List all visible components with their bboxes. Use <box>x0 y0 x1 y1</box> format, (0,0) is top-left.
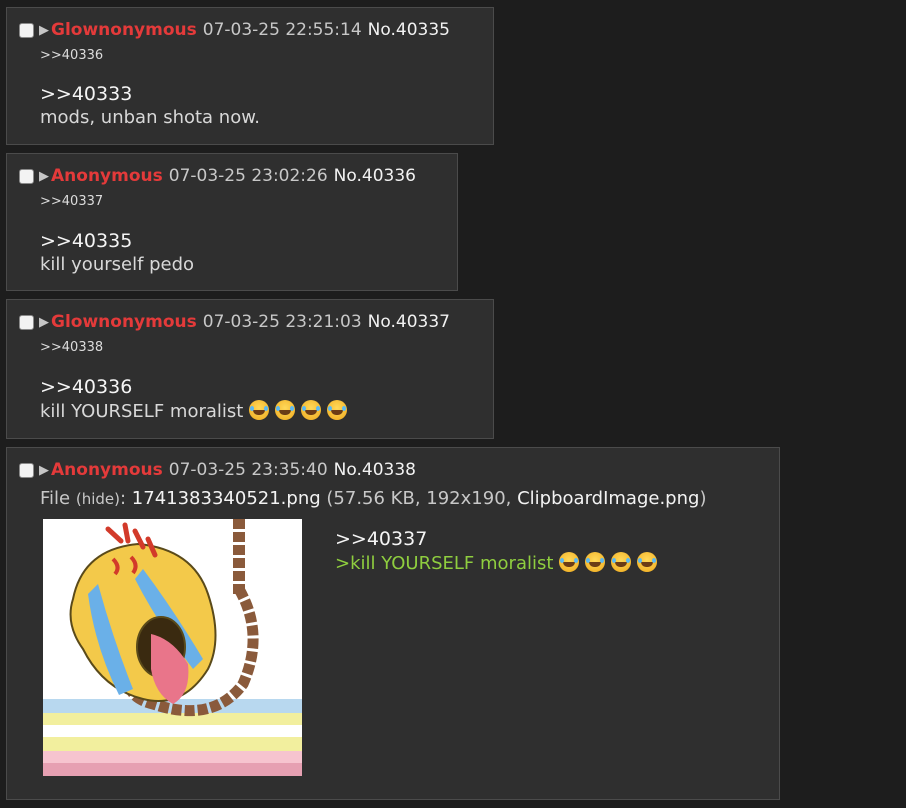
post-40337: ▶ Glownonymous 07-03-25 23:21:03 No.4033… <box>6 299 494 439</box>
laughing-emoji-icon <box>249 400 270 420</box>
backlink[interactable]: >>40336 <box>40 48 103 63</box>
laughing-emoji-icon <box>637 552 658 572</box>
post-image-thumbnail[interactable] <box>43 519 302 776</box>
post-info: ▶ Anonymous 07-03-25 23:35:40 No.40338 <box>19 459 416 481</box>
post-menu-arrow-icon[interactable]: ▶ <box>39 169 49 184</box>
post-datetime: 07-03-25 22:55:14 <box>202 20 362 40</box>
laughing-emoji-icon <box>611 552 632 572</box>
post-menu-arrow-icon[interactable]: ▶ <box>39 463 49 478</box>
file-original-name: ClipboardImage.png <box>517 488 700 509</box>
post-datetime: 07-03-25 23:02:26 <box>168 166 328 186</box>
post-select-checkbox[interactable] <box>19 462 34 478</box>
quote-link[interactable]: >>40336 <box>40 376 132 398</box>
post-menu-arrow-icon[interactable]: ▶ <box>39 315 49 330</box>
file-link[interactable]: 1741383340521.png <box>132 488 321 509</box>
post-select-checkbox[interactable] <box>19 314 34 330</box>
laughing-emoji-icon <box>585 552 606 572</box>
poster-name: Glownonymous <box>51 20 197 40</box>
post-message: kill YOURSELF moralist <box>40 401 244 422</box>
thread: ▶ Glownonymous 07-03-25 22:55:14 No.4033… <box>0 0 906 808</box>
poster-name: Anonymous <box>51 460 163 480</box>
post-message: mods, unban shota now. <box>40 107 261 128</box>
file-hide-link[interactable]: (hide) <box>76 490 120 508</box>
post-select-checkbox[interactable] <box>19 168 34 184</box>
laughing-emoji-icon <box>301 400 322 420</box>
post-info: ▶ Glownonymous 07-03-25 22:55:14 No.4033… <box>19 19 450 41</box>
post-40336: ▶ Anonymous 07-03-25 23:02:26 No.40336 >… <box>6 153 458 291</box>
laughing-emoji-icon <box>275 400 296 420</box>
post-message: kill yourself pedo <box>40 254 195 275</box>
file-label: File <box>40 488 71 509</box>
post-number[interactable]: No.40338 <box>334 460 416 480</box>
quote-link[interactable]: >>40333 <box>40 83 132 105</box>
post-40338: ▶ Anonymous 07-03-25 23:35:40 No.40338 F… <box>6 447 780 800</box>
poster-name: Glownonymous <box>51 312 197 332</box>
post-number[interactable]: No.40335 <box>368 20 450 40</box>
post-select-checkbox[interactable] <box>19 22 34 38</box>
file-info: File (hide): 1741383340521.png (57.56 KB… <box>40 488 707 509</box>
post-info: ▶ Glownonymous 07-03-25 23:21:03 No.4033… <box>19 311 450 333</box>
laughing-emoji-icon <box>327 400 348 420</box>
post-message-line: kill YOURSELF moralist <box>40 400 348 422</box>
file-dimensions: 192x190 <box>426 488 506 509</box>
post-datetime: 07-03-25 23:35:40 <box>168 460 328 480</box>
post-number[interactable]: No.40337 <box>368 312 450 332</box>
quote-link[interactable]: >>40337 <box>335 528 427 550</box>
crying-wojak-noose-image <box>43 519 302 776</box>
laughing-emoji-icon <box>559 552 580 572</box>
post-menu-arrow-icon[interactable]: ▶ <box>39 23 49 38</box>
file-size: 57.56 KB <box>333 488 415 509</box>
post-number[interactable]: No.40336 <box>334 166 416 186</box>
backlink[interactable]: >>40338 <box>40 340 103 355</box>
post-40335: ▶ Glownonymous 07-03-25 22:55:14 No.4033… <box>6 7 494 145</box>
greentext: >kill YOURSELF moralist <box>335 553 554 574</box>
greentext-line: >kill YOURSELF moralist <box>335 552 658 574</box>
backlink[interactable]: >>40337 <box>40 194 103 209</box>
quote-link[interactable]: >>40335 <box>40 230 132 252</box>
post-info: ▶ Anonymous 07-03-25 23:02:26 No.40336 <box>19 165 416 187</box>
poster-name: Anonymous <box>51 166 163 186</box>
post-datetime: 07-03-25 23:21:03 <box>202 312 362 332</box>
